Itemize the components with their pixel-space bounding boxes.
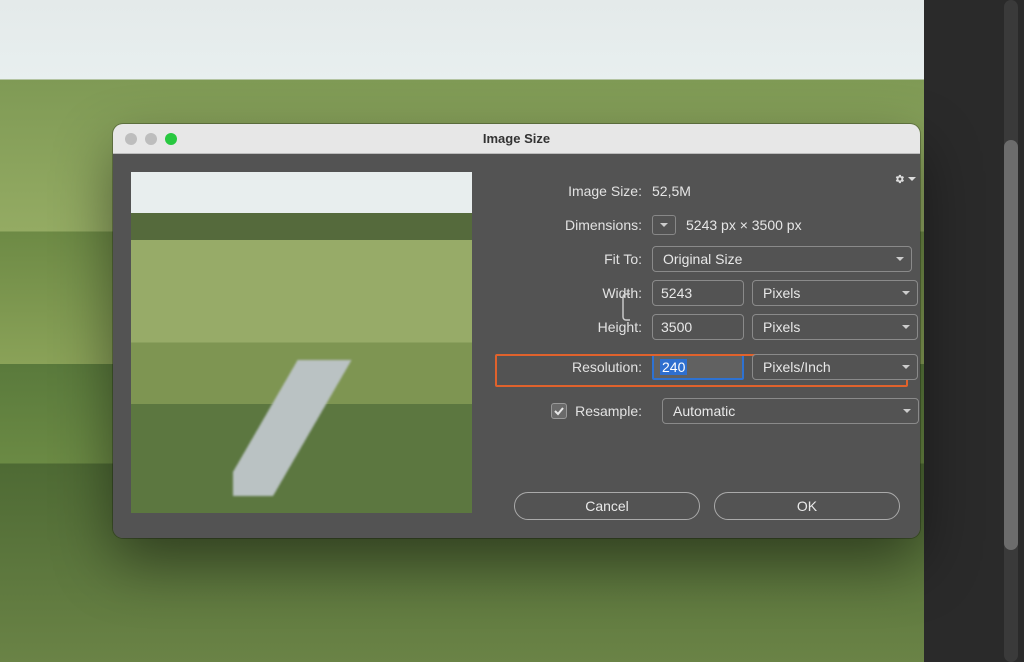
height-unit-select[interactable]: Pixels xyxy=(752,314,918,340)
resample-checkbox[interactable] xyxy=(551,403,567,419)
width-value: 5243 xyxy=(661,285,692,301)
resolution-row: Resolution: 240 Pixels/Inch xyxy=(492,350,919,384)
height-unit-value: Pixels xyxy=(763,319,800,335)
height-value: 3500 xyxy=(661,319,692,335)
resolution-input[interactable]: 240 xyxy=(652,354,744,380)
cancel-button[interactable]: Cancel xyxy=(514,492,700,520)
width-row: Width: 5243 Pixels xyxy=(492,276,919,310)
app-right-panel xyxy=(924,0,1024,662)
chevron-down-icon xyxy=(902,403,912,419)
resample-value: Automatic xyxy=(673,403,735,419)
dimensions-row: Dimensions: 5243 px × 3500 px xyxy=(492,208,919,242)
constrain-aspect-icon[interactable] xyxy=(620,292,634,325)
dialog-body: Image Size: 52,5M Dimensions: 5243 px × … xyxy=(113,154,920,538)
image-preview[interactable] xyxy=(131,172,472,513)
resample-row: Resample: Automatic xyxy=(492,394,919,428)
resolution-label: Resolution: xyxy=(492,359,652,375)
fit-to-row: Fit To: Original Size xyxy=(492,242,919,276)
resolution-unit-value: Pixels/Inch xyxy=(763,359,831,375)
checkmark-icon xyxy=(553,405,565,417)
dimensions-label: Dimensions: xyxy=(492,217,652,233)
width-unit-select[interactable]: Pixels xyxy=(752,280,918,306)
image-size-row: Image Size: 52,5M xyxy=(492,174,919,208)
chevron-down-icon xyxy=(901,285,911,301)
resolution-value: 240 xyxy=(660,359,687,375)
chevron-down-icon xyxy=(907,174,917,184)
fit-to-select[interactable]: Original Size xyxy=(652,246,912,272)
image-size-form: Image Size: 52,5M Dimensions: 5243 px × … xyxy=(492,172,919,428)
resample-label: Resample: xyxy=(575,403,642,419)
settings-menu-button[interactable] xyxy=(895,174,917,184)
chevron-down-icon xyxy=(659,220,669,230)
width-unit-value: Pixels xyxy=(763,285,800,301)
resample-select[interactable]: Automatic xyxy=(662,398,919,424)
width-input[interactable]: 5243 xyxy=(652,280,744,306)
fit-to-label: Fit To: xyxy=(492,251,652,267)
dimensions-unit-toggle[interactable] xyxy=(652,215,676,235)
gear-icon xyxy=(895,174,905,184)
ok-button-label: OK xyxy=(797,498,817,514)
image-size-value: 52,5M xyxy=(652,183,691,199)
image-preview-thumbnail xyxy=(131,172,472,513)
scrollbar-thumb[interactable] xyxy=(1004,140,1018,550)
image-size-label: Image Size: xyxy=(492,183,652,199)
chevron-down-icon xyxy=(901,359,911,375)
ok-button[interactable]: OK xyxy=(714,492,900,520)
resolution-unit-select[interactable]: Pixels/Inch xyxy=(752,354,918,380)
dialog-button-row: Cancel OK xyxy=(113,492,920,520)
fit-to-value: Original Size xyxy=(663,251,742,267)
dimensions-value: 5243 px × 3500 px xyxy=(686,217,802,233)
cancel-button-label: Cancel xyxy=(585,498,629,514)
height-row: Height: 3500 Pixels xyxy=(492,310,919,344)
height-input[interactable]: 3500 xyxy=(652,314,744,340)
dialog-title: Image Size xyxy=(113,131,920,146)
chevron-down-icon xyxy=(895,251,905,267)
image-size-dialog: Image Size Image Size: 52,5M Dimensions:… xyxy=(113,124,920,538)
dialog-titlebar[interactable]: Image Size xyxy=(113,124,920,154)
chevron-down-icon xyxy=(901,319,911,335)
